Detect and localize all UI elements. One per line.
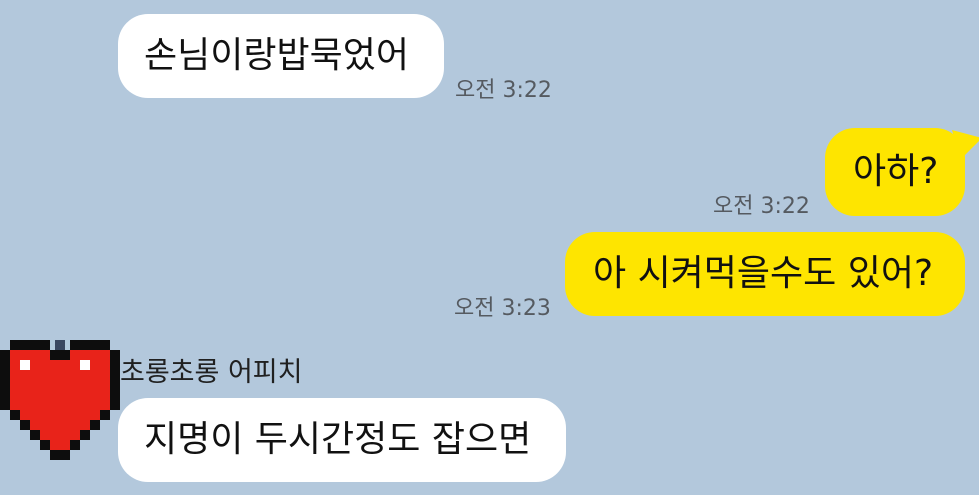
message-bubble-incoming[interactable]: 손님이랑밥묵었어 xyxy=(118,14,444,98)
message-bubble-outgoing[interactable]: 아 시켜먹을수도 있어? xyxy=(565,232,965,316)
sender-avatar[interactable] xyxy=(0,340,130,474)
message-text: 아 시켜먹을수도 있어? xyxy=(593,253,934,294)
message-text: 지명이 두시간정도 잡으면 xyxy=(144,419,532,460)
message-text: 아하? xyxy=(853,151,939,192)
message-text: 손님이랑밥묵었어 xyxy=(144,35,409,76)
pixel-heart-icon xyxy=(0,340,120,460)
message-bubble-outgoing[interactable]: 아하? xyxy=(825,128,965,216)
message-bubble-incoming[interactable]: 지명이 두시간정도 잡으면 xyxy=(118,398,566,482)
bubble-tail xyxy=(952,130,979,160)
message-timestamp: 오전 3:22 xyxy=(713,194,810,219)
sender-name: 초롱초롱 어피치 xyxy=(120,357,303,388)
message-timestamp: 오전 3:23 xyxy=(454,296,551,321)
message-timestamp: 오전 3:22 xyxy=(455,78,552,103)
